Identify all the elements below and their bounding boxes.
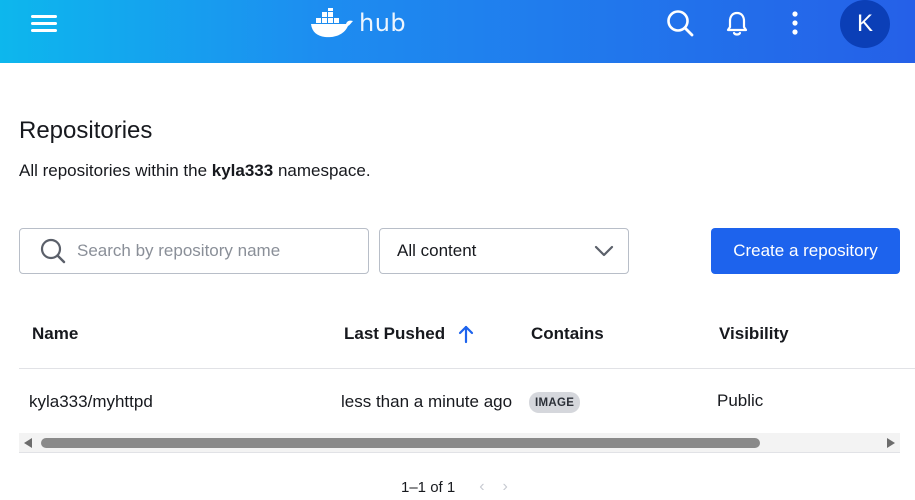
top-navigation-bar: hub K xyxy=(0,0,915,63)
hamburger-menu-icon[interactable] xyxy=(31,13,57,35)
subtitle-suffix: namespace. xyxy=(273,161,371,180)
column-header-last-pushed[interactable]: Last Pushed xyxy=(344,324,475,344)
page-title: Repositories xyxy=(19,117,153,144)
column-header-contains: Contains xyxy=(531,324,604,343)
bell-icon[interactable] xyxy=(722,8,752,38)
namespace-name: kyla333 xyxy=(211,161,274,180)
last-pushed-cell: less than a minute ago xyxy=(341,392,513,411)
scrollbar-thumb[interactable] xyxy=(41,438,760,448)
logo-text: hub xyxy=(359,9,407,37)
docker-hub-logo[interactable]: hub xyxy=(310,6,406,40)
table-divider xyxy=(19,368,915,369)
column-header-last-pushed-label: Last Pushed xyxy=(344,324,446,343)
horizontal-scrollbar[interactable] xyxy=(19,433,900,453)
repository-search-field[interactable] xyxy=(19,228,369,274)
repository-search-input[interactable] xyxy=(77,241,347,261)
scroll-right-icon[interactable] xyxy=(887,438,895,448)
subtitle-prefix: All repositories within the xyxy=(19,161,212,180)
column-header-name[interactable]: Name xyxy=(32,324,78,344)
scroll-left-icon[interactable] xyxy=(24,438,32,448)
search-icon[interactable] xyxy=(665,8,695,38)
previous-page-icon[interactable]: ‹ xyxy=(479,478,484,496)
next-page-icon[interactable]: › xyxy=(503,478,508,496)
image-badge: IMAGE xyxy=(529,392,581,413)
content-filter-select[interactable]: All content xyxy=(379,228,629,274)
search-icon xyxy=(40,238,66,264)
kebab-icon[interactable] xyxy=(780,8,810,38)
docker-whale-icon xyxy=(311,8,353,38)
pagination-range: 1–1 of 1 xyxy=(401,478,456,496)
create-repository-button[interactable]: Create a repository xyxy=(711,228,900,274)
column-header-visibility: Visibility xyxy=(719,324,789,343)
visibility-cell: Public xyxy=(717,391,764,410)
page-subtitle: All repositories within the kyla333 name… xyxy=(19,161,371,181)
chevron-down-icon xyxy=(594,245,614,257)
content-filter-value: All content xyxy=(397,241,477,260)
pagination: 1–1 of 1 ‹ › xyxy=(401,478,508,496)
repository-name-link[interactable]: kyla333/myhttpd xyxy=(29,392,153,412)
user-avatar[interactable]: K xyxy=(840,0,890,48)
arrow-up-icon xyxy=(458,325,474,344)
